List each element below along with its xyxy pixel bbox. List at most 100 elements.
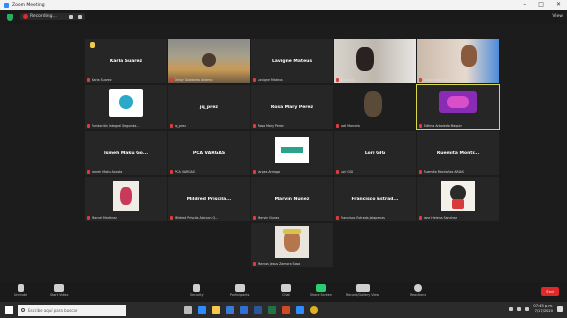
file-explorer-icon[interactable] xyxy=(212,306,220,314)
participant-tile[interactable]: Ismeh Maku Go... Ismeh Maku Acosta xyxy=(85,131,167,175)
tray-arrow-icon[interactable] xyxy=(509,307,514,311)
muted-mic-icon xyxy=(336,216,339,220)
participant-name: Mildred Priscila... xyxy=(186,196,232,202)
network-icon[interactable] xyxy=(517,307,522,311)
edge-browser-icon[interactable] xyxy=(198,306,206,314)
participant-name: Marvin Nunez xyxy=(274,196,310,202)
taskbar-search-input[interactable]: Escribe aquí para buscar xyxy=(18,304,126,316)
taskbar-clock[interactable]: 07:45 p.m. 7/17/2020 xyxy=(533,304,553,314)
participant-tile[interactable]: Lavigne Mateus Lavigne Mateus xyxy=(251,39,333,83)
participant-tile[interactable]: Karla Suarez Karla Suarez xyxy=(85,39,167,83)
participant-tile[interactable]: Fundación Integral Segunda... xyxy=(85,85,167,129)
organization-logo xyxy=(439,91,477,113)
microphone-icon xyxy=(17,284,24,292)
participants-button[interactable]: Participants xyxy=(230,284,249,297)
participant-tile[interactable]: Mildred Priscila... Mildred Priscila Ala… xyxy=(168,177,250,221)
maximize-button[interactable]: □ xyxy=(538,1,544,9)
video-camera-icon xyxy=(54,284,65,292)
participant-tile[interactable]: Francisco Estrad... Francisco Estrada Ja… xyxy=(334,177,416,221)
chrome-icon[interactable] xyxy=(310,306,318,314)
taskbar-apps xyxy=(184,306,318,314)
security-button[interactable]: Security xyxy=(190,284,204,297)
participant-label: Marcel Martinez xyxy=(91,216,117,220)
window-title: Zoom Meeting xyxy=(12,2,45,8)
windows-start-icon[interactable] xyxy=(5,306,13,314)
participant-label: Mildred Priscila Alarcon Q... xyxy=(174,216,219,220)
muted-mic-icon xyxy=(253,78,256,82)
participant-label: Karla Suarez xyxy=(91,78,112,82)
minimize-button[interactable]: – xyxy=(523,1,526,9)
muted-mic-icon xyxy=(170,170,173,174)
participant-tile[interactable]: Jarpes Arriaga xyxy=(251,131,333,175)
participant-photo xyxy=(275,226,309,258)
logo-mark-icon xyxy=(281,147,303,153)
muted-mic-icon xyxy=(87,78,90,82)
muted-mic-icon xyxy=(253,262,256,266)
participant-tile[interactable]: Lori GIG Lori GIG xyxy=(334,131,416,175)
muted-mic-icon xyxy=(170,78,173,82)
muted-mic-icon xyxy=(170,124,173,128)
clock-date: 7/17/2020 xyxy=(534,309,553,313)
participant-tile[interactable]: Jane Helena Sanchez xyxy=(417,177,499,221)
cap-icon xyxy=(283,229,301,234)
view-button[interactable]: View xyxy=(552,14,563,19)
participant-tile[interactable]: Rosa Mary Perez Rosa Mary Perez xyxy=(251,85,333,129)
close-button[interactable]: ✕ xyxy=(556,1,561,9)
participant-tile[interactable]: PCA VARGAS PCA VARGAS xyxy=(168,131,250,175)
participant-tile[interactable]: Jodi Marcela xyxy=(334,85,416,129)
participant-name: Francisco Estrad... xyxy=(351,196,399,202)
participant-tile[interactable]: Ana Ruiz xyxy=(334,39,416,83)
unmute-button[interactable]: Unmute xyxy=(14,284,27,297)
participant-label: Lavigne Mateus xyxy=(257,78,283,82)
end-meeting-button[interactable]: End xyxy=(541,287,559,296)
participant-label: jq_prez xyxy=(174,124,186,128)
store-icon[interactable] xyxy=(226,306,234,314)
record-button[interactable]: Record/Gallery View xyxy=(346,284,379,297)
pause-recording-icon[interactable] xyxy=(68,14,73,19)
unmute-label: Unmute xyxy=(14,293,28,297)
volume-icon[interactable] xyxy=(525,307,530,311)
mail-icon[interactable] xyxy=(240,306,248,314)
shield-icon[interactable] xyxy=(7,14,13,21)
recording-indicator: Recording... xyxy=(20,13,85,20)
word-icon[interactable] xyxy=(254,306,262,314)
cartoon-body-icon xyxy=(452,199,464,209)
reactions-button[interactable]: Reactions xyxy=(410,284,426,297)
muted-mic-icon xyxy=(336,124,339,128)
participant-label: Marvin Nunez xyxy=(257,216,280,220)
muted-mic-icon xyxy=(419,216,422,220)
person-silhouette xyxy=(202,53,216,67)
participant-tile[interactable]: jq_prez jq_prez xyxy=(168,85,250,129)
participant-label: Marcos Jesus Zamora Sosa xyxy=(257,262,301,266)
excel-icon[interactable] xyxy=(268,306,276,314)
participant-avatar-image xyxy=(441,181,475,211)
muted-mic-icon xyxy=(87,216,90,220)
chat-button[interactable]: Chat xyxy=(281,284,291,297)
participant-tile[interactable]: Marcel Martinez xyxy=(85,177,167,221)
participant-tile[interactable]: Dinay Goddards Andreu xyxy=(168,39,250,83)
smiley-icon xyxy=(414,284,423,292)
task-view-icon[interactable] xyxy=(184,306,192,314)
participant-tile[interactable]: Gloria Mira Silva xyxy=(417,39,499,83)
participant-tile[interactable]: Marcos Jesus Zamora Sosa xyxy=(251,223,333,267)
participant-video xyxy=(334,39,416,83)
powerpoint-icon[interactable] xyxy=(282,306,290,314)
participant-name: PCA VARGAS xyxy=(192,150,226,156)
person-silhouette xyxy=(356,47,374,71)
stop-recording-icon[interactable] xyxy=(77,14,82,19)
notification-icon[interactable] xyxy=(557,306,563,312)
participant-tile[interactable]: Marvin Nunez Marvin Nunez xyxy=(251,177,333,221)
participant-label: Jarpes Arriaga xyxy=(257,170,280,174)
recording-label: Recording... xyxy=(30,14,57,19)
participant-video xyxy=(417,39,499,83)
muted-mic-icon xyxy=(419,78,422,82)
windows-taskbar: Escribe aquí para buscar 07:45 p.m. 7/17… xyxy=(0,302,567,318)
share-screen-button[interactable]: Share Screen xyxy=(310,284,332,297)
start-video-button[interactable]: Start Video xyxy=(50,284,68,297)
security-label: Security xyxy=(190,293,204,297)
participant-name: Ismeh Maku Go... xyxy=(103,150,149,156)
participant-tile[interactable]: Ruemita Montr... Ruemita Montañez ARIAS xyxy=(417,131,499,175)
participant-label: Rosa Mary Perez xyxy=(257,124,284,128)
zoom-taskbar-icon[interactable] xyxy=(296,306,304,314)
participant-tile-active-speaker[interactable]: Edilma Arboleda Maquin xyxy=(416,84,500,130)
